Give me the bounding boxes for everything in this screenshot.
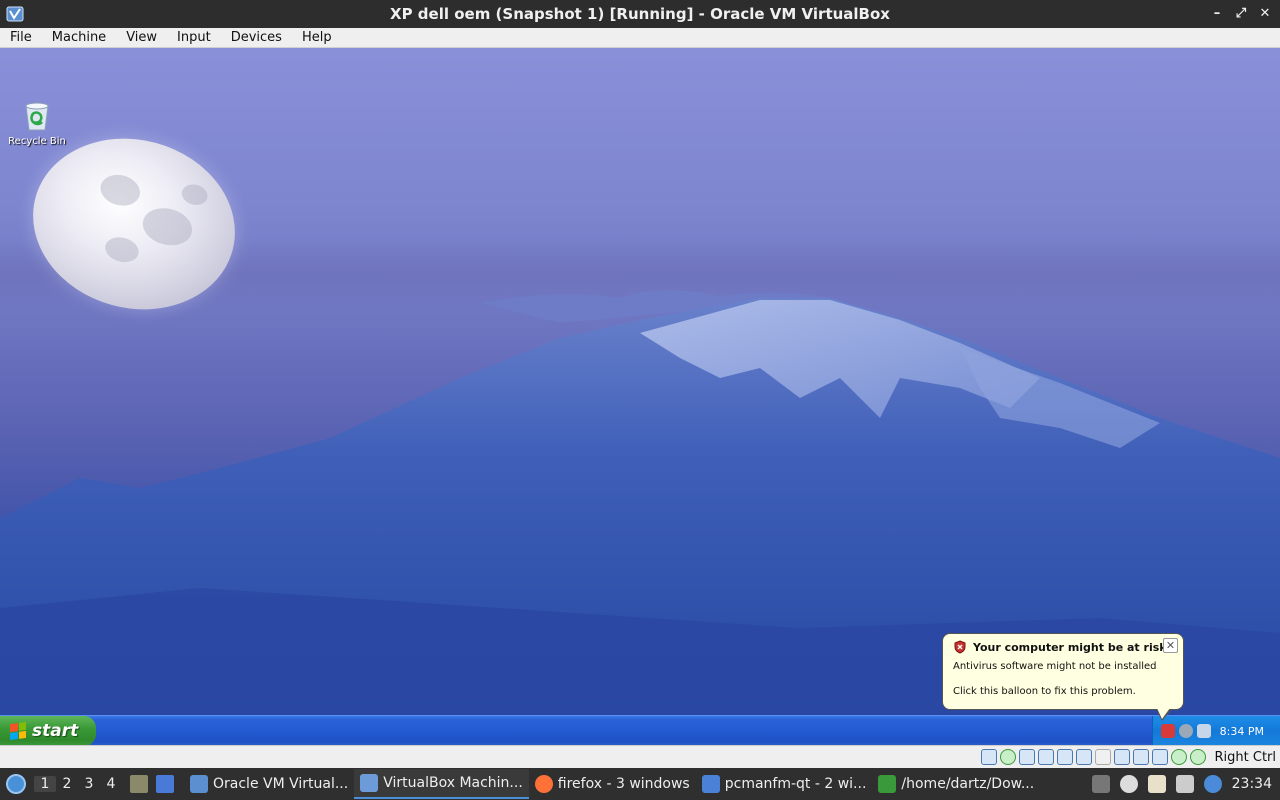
- desktop-icon-recycle-bin[interactable]: Recycle Bin: [6, 100, 68, 147]
- task-label: pcmanfm-qt - 2 wi...: [724, 776, 867, 792]
- recording-icon[interactable]: [1113, 749, 1130, 765]
- start-button[interactable]: start: [0, 716, 96, 745]
- keyboard-layout-icon[interactable]: [1091, 775, 1110, 793]
- guest-additions-icon[interactable]: [1170, 749, 1187, 765]
- host-window-titlebar[interactable]: XP dell oem (Snapshot 1) [Running] - Ora…: [0, 0, 1280, 28]
- guest-desktop[interactable]: Recycle Bin start 8:34 PM Your computer …: [0, 48, 1280, 745]
- task-terminal[interactable]: /home/dartz/Dow...: [872, 769, 1040, 799]
- maximize-button[interactable]: ⤢: [1234, 6, 1248, 21]
- virtualbox-icon: [190, 775, 208, 793]
- window-title: XP dell oem (Snapshot 1) [Running] - Ora…: [390, 5, 890, 23]
- vm-icon[interactable]: [1132, 749, 1149, 765]
- security-balloon[interactable]: Your computer might be at risk ✕ Antivir…: [942, 633, 1184, 721]
- menu-help[interactable]: Help: [292, 30, 342, 45]
- balloon-hint: Click this balloon to fix this problem.: [953, 686, 1136, 697]
- virtualbox-icon: [6, 6, 24, 22]
- app-menu-icon[interactable]: [6, 774, 26, 794]
- optical-drive-icon[interactable]: [999, 749, 1016, 765]
- virtualbox-machine-icon: [360, 774, 379, 792]
- workspace-2[interactable]: 2: [56, 776, 78, 792]
- task-label: /home/dartz/Dow...: [901, 776, 1035, 792]
- recycle-bin-icon: [25, 102, 49, 131]
- network-tray-icon[interactable]: [1197, 724, 1211, 738]
- audio-icon[interactable]: [1018, 749, 1035, 765]
- xp-taskbar: start 8:34 PM: [0, 715, 1280, 745]
- menu-input[interactable]: Input: [167, 30, 221, 45]
- workspace-4[interactable]: 4: [100, 776, 122, 792]
- file-manager-launcher-icon[interactable]: [156, 775, 174, 793]
- usb-icon[interactable]: [1056, 749, 1073, 765]
- volume-icon[interactable]: [1119, 775, 1138, 793]
- hard-disk-icon[interactable]: [980, 749, 997, 765]
- cpu-icon[interactable]: [1151, 749, 1168, 765]
- menu-bar: File Machine View Input Devices Help: [0, 28, 1280, 48]
- windows-flag-icon: [10, 721, 26, 741]
- balloon-title: Your computer might be at risk: [953, 640, 1173, 654]
- host-clock[interactable]: 23:34: [1232, 776, 1272, 792]
- display-settings-icon[interactable]: [1175, 775, 1194, 793]
- speaker-tray-icon[interactable]: [1179, 724, 1193, 738]
- folder-icon: [701, 775, 720, 793]
- shield-icon: [954, 640, 966, 654]
- menu-devices[interactable]: Devices: [221, 30, 292, 45]
- notification-icon[interactable]: [1203, 775, 1222, 793]
- balloon-title-text: Your computer might be at risk: [973, 640, 1167, 654]
- host-key-label[interactable]: Right Ctrl: [1215, 750, 1277, 765]
- minimize-button[interactable]: –: [1210, 6, 1224, 21]
- shared-folders-icon[interactable]: [1075, 749, 1092, 765]
- balloon-close-button[interactable]: ✕: [1163, 638, 1178, 653]
- task-label: VirtualBox Machin...: [383, 775, 523, 791]
- firefox-icon: [534, 775, 553, 793]
- task-label: firefox - 3 windows: [557, 776, 690, 792]
- task-firefox[interactable]: firefox - 3 windows: [529, 769, 696, 799]
- task-label: Oracle VM Virtual...: [213, 776, 349, 792]
- balloon-message: Antivirus software might not be installe…: [953, 661, 1157, 672]
- workspace-3[interactable]: 3: [78, 776, 100, 792]
- menu-view[interactable]: View: [116, 30, 167, 45]
- close-button[interactable]: ✕: [1258, 6, 1272, 21]
- security-alert-icon[interactable]: [1161, 724, 1175, 738]
- window-controls: – ⤢ ✕: [1210, 6, 1272, 21]
- show-desktop-icon[interactable]: [130, 775, 148, 793]
- terminal-icon: [878, 775, 897, 793]
- xp-clock[interactable]: 8:34 PM: [1220, 725, 1264, 738]
- start-label: start: [32, 721, 79, 741]
- task-virtualbox-machine[interactable]: VirtualBox Machin...: [354, 769, 529, 799]
- host-system-tray: 23:34: [1091, 775, 1280, 793]
- host-panel: 1 2 3 4 Oracle VM Virtual... VirtualBox …: [0, 768, 1280, 800]
- menu-file[interactable]: File: [0, 30, 42, 45]
- mouse-integration-icon[interactable]: [1189, 749, 1206, 765]
- balloon-tail: [1156, 708, 1172, 721]
- clipboard-icon[interactable]: [1147, 775, 1166, 793]
- display-icon[interactable]: [1094, 749, 1111, 765]
- vbox-status-bar: Right Ctrl: [0, 745, 1280, 768]
- network-icon[interactable]: [1037, 749, 1054, 765]
- task-oracle-vm[interactable]: Oracle VM Virtual...: [184, 769, 354, 799]
- menu-machine[interactable]: Machine: [42, 30, 116, 45]
- task-pcmanfm[interactable]: pcmanfm-qt - 2 wi...: [696, 769, 873, 799]
- workspace-1[interactable]: 1: [34, 776, 56, 792]
- desktop-icon-label: Recycle Bin: [8, 136, 66, 147]
